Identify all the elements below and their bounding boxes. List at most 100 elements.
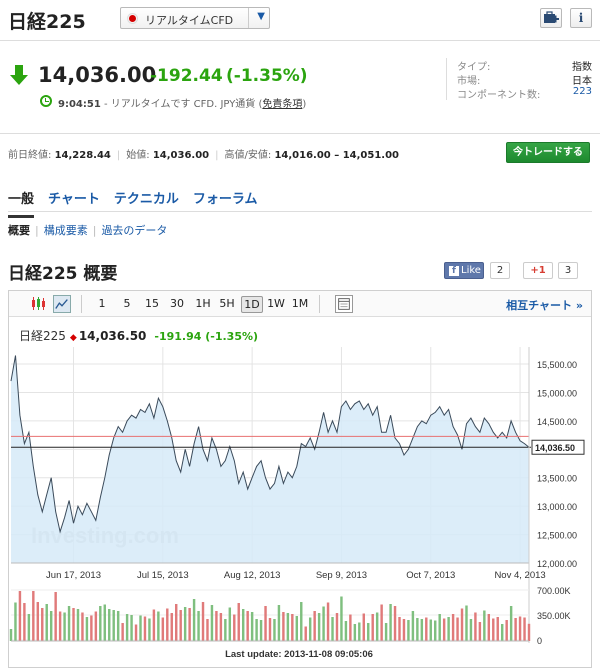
volume-bar	[425, 617, 428, 641]
disclaimer-link[interactable]: 免責条項	[262, 99, 302, 110]
candlestick-chart-icon[interactable]	[29, 295, 47, 313]
volume-bar	[398, 617, 401, 641]
price-change: -192.44	[150, 66, 223, 86]
y-tick-label: 12,000.00	[537, 559, 577, 569]
volume-bar	[233, 614, 236, 641]
volume-bar	[179, 610, 182, 641]
subtab-components[interactable]: 構成要素	[44, 222, 88, 238]
volume-bar	[201, 602, 205, 641]
volume-bar	[340, 596, 343, 641]
toolbar-divider	[81, 295, 82, 313]
price-chart[interactable]: 15,500.0015,000.0014,500.0014,000.0013,5…	[9, 341, 591, 666]
volume-bar	[9, 629, 13, 641]
x-tick-label: Sep 9, 2013	[316, 570, 367, 581]
volume-bar	[103, 604, 106, 641]
info-key: 市場:	[457, 76, 481, 87]
subtab-overview[interactable]: 概要	[8, 222, 30, 238]
period-30[interactable]: 30	[168, 296, 186, 313]
volume-bar	[465, 605, 468, 641]
volume-bar	[94, 611, 98, 641]
portfolio-add-icon	[544, 11, 559, 23]
volume-bar	[291, 614, 294, 641]
volume-bar	[134, 624, 138, 641]
volume-bar	[277, 605, 281, 641]
volume-bar	[420, 619, 424, 641]
volume-tick-label: 350.00K	[537, 611, 571, 621]
header: 日経225 リアルタイムCFD ▼ i	[8, 6, 592, 34]
volume-bar	[411, 611, 415, 641]
period-15[interactable]: 15	[143, 296, 161, 313]
volume-bar	[67, 606, 71, 641]
volume-bar	[224, 619, 227, 641]
volume-bar	[246, 611, 249, 641]
subtab-historical-data[interactable]: 過去のデータ	[101, 222, 167, 238]
volume-bar	[32, 591, 35, 641]
volume-bar	[523, 617, 526, 641]
volume-bar	[474, 612, 477, 641]
info-button[interactable]: i	[570, 8, 592, 28]
volume-bar	[514, 618, 517, 641]
volume-bar	[49, 611, 53, 641]
volume-bar	[384, 623, 388, 641]
volume-bar	[380, 604, 383, 641]
volume-bar	[210, 605, 214, 641]
volume-bar	[349, 614, 352, 641]
volume-bar	[228, 607, 232, 641]
current-price-label: 14,036.50	[535, 443, 575, 453]
chevron-down-icon: ▼	[257, 11, 265, 22]
period-1h[interactable]: 1H	[193, 296, 213, 313]
volume-bar	[250, 612, 254, 641]
tab-general[interactable]: 一般	[8, 188, 35, 218]
volume-bar	[331, 617, 334, 641]
volume-tick-label: 700.00K	[537, 586, 571, 596]
volume-bar	[451, 614, 455, 641]
google-plus-count: 3	[558, 262, 578, 279]
volume-bar	[215, 611, 218, 641]
volume-bar	[308, 617, 312, 641]
y-tick-label: 12,500.00	[537, 531, 577, 541]
fullscreen-chart-icon[interactable]	[335, 295, 353, 313]
prev-close-value: 14,228.44	[54, 150, 111, 161]
google-plus-button[interactable]: +1	[523, 262, 553, 279]
period-1[interactable]: 1	[93, 296, 111, 313]
volume-bar	[72, 608, 75, 641]
period-5[interactable]: 5	[118, 296, 136, 313]
range-value: 14,016.00 – 14,051.00	[274, 150, 400, 161]
volume-bar	[170, 613, 173, 641]
volume-bar	[286, 613, 290, 641]
portfolio-add-button[interactable]	[540, 8, 562, 28]
volume-bar	[45, 604, 48, 641]
volume-bar	[326, 602, 330, 641]
volume-bar	[63, 612, 66, 641]
price-change-percent: (-1.35%)	[226, 66, 308, 86]
info-key: タイプ:	[457, 62, 491, 73]
volume-bar	[81, 612, 84, 641]
volume-bar	[460, 608, 464, 641]
volume-bar	[188, 608, 191, 641]
y-tick-label: 14,500.00	[537, 417, 577, 427]
volume-bar	[469, 619, 473, 641]
trade-now-button[interactable]: 今トレードする	[506, 142, 590, 163]
contract-type-select[interactable]: リアルタイムCFD ▼	[120, 7, 270, 29]
area-chart-icon[interactable]	[53, 295, 71, 313]
x-tick-label: Nov 4, 2013	[494, 570, 545, 581]
components-count-link[interactable]: 223	[573, 86, 592, 97]
compare-chart-link[interactable]: 相互チャート »	[506, 297, 583, 313]
volume-bar	[54, 592, 57, 641]
x-tick-label: Oct 7, 2013	[406, 570, 455, 581]
period-1w[interactable]: 1W	[265, 296, 287, 313]
volume-bar	[152, 609, 156, 641]
volume-bar	[157, 611, 160, 641]
period-5h[interactable]: 5H	[217, 296, 237, 313]
volume-bar	[389, 604, 392, 641]
period-1m[interactable]: 1M	[289, 296, 311, 313]
volume-bar	[393, 606, 397, 641]
volume-bar	[478, 622, 482, 641]
volume-bar	[36, 602, 40, 641]
volume-bar	[500, 624, 504, 641]
facebook-like-button[interactable]: f Like	[444, 262, 484, 279]
quote-divider	[0, 133, 600, 134]
period-1d[interactable]: 1D	[241, 296, 263, 313]
volume-bar	[358, 622, 361, 641]
y-tick-label: 13,500.00	[537, 474, 577, 484]
